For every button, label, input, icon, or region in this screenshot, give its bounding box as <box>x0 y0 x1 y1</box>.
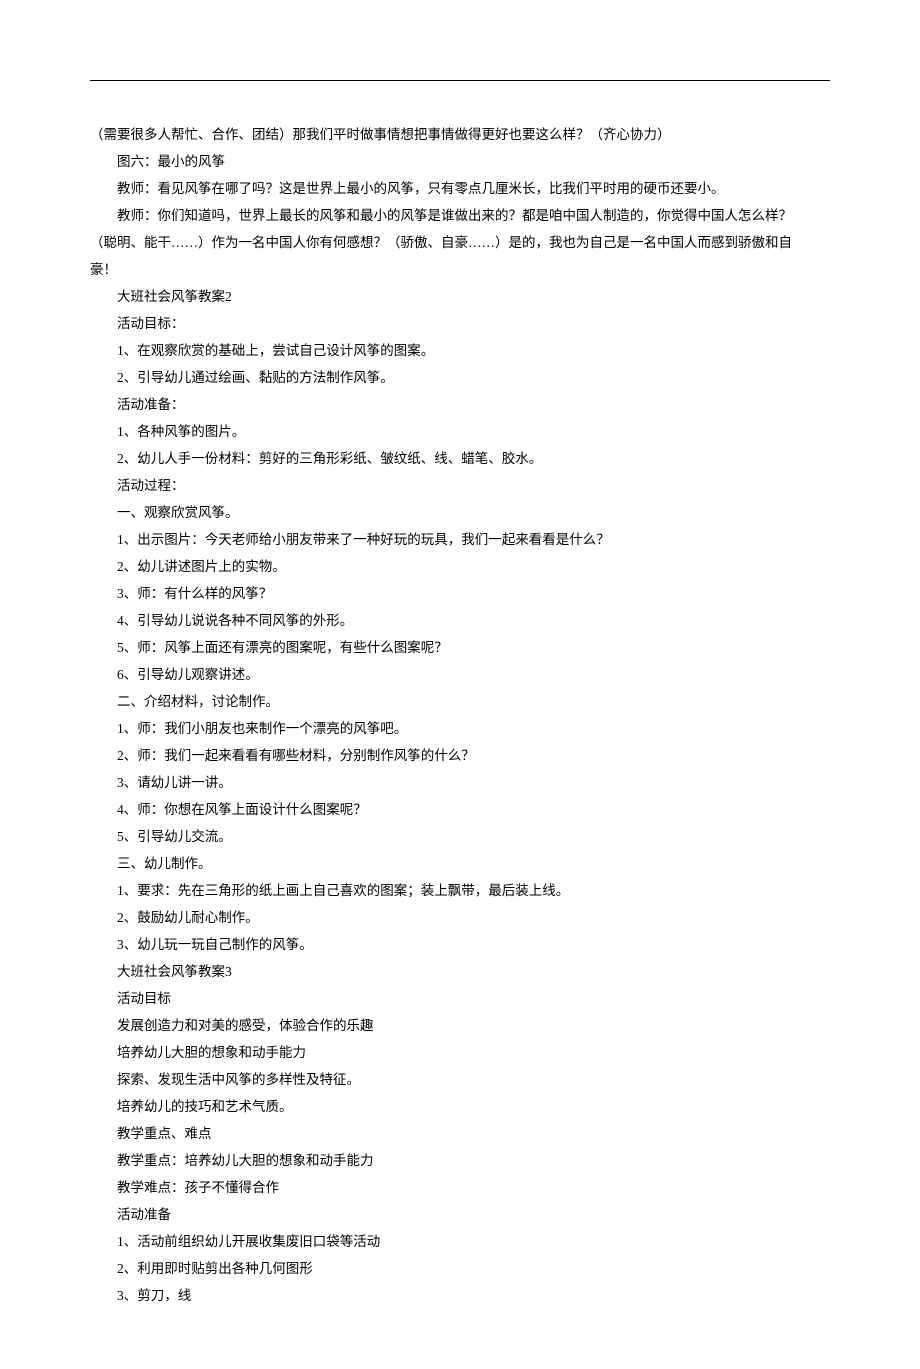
text-line: 5、引导幼儿交流。 <box>90 823 830 850</box>
text-line: 3、幼儿玩一玩自己制作的风筝。 <box>90 931 830 958</box>
text-line: 3、师：有什么样的风筝？ <box>90 580 830 607</box>
text-line: 探索、发现生活中风筝的多样性及特征。 <box>90 1066 830 1093</box>
text-line: 2、师：我们一起来看看有哪些材料，分别制作风筝的什么？ <box>90 742 830 769</box>
text-line: 3、剪刀，线 <box>90 1282 830 1309</box>
horizontal-rule <box>90 80 830 81</box>
text-line: 豪！ <box>90 256 830 283</box>
text-line: 培养幼儿大胆的想象和动手能力 <box>90 1039 830 1066</box>
text-line: 教学重点、难点 <box>90 1120 830 1147</box>
text-line: 1、要求：先在三角形的纸上画上自己喜欢的图案；装上飘带，最后装上线。 <box>90 877 830 904</box>
text-line: 2、幼儿人手一份材料：剪好的三角形彩纸、皱纹纸、线、蜡笔、胶水。 <box>90 445 830 472</box>
text-line: 大班社会风筝教案2 <box>90 283 830 310</box>
text-line: 2、利用即时贴剪出各种几何图形 <box>90 1255 830 1282</box>
text-line: 大班社会风筝教案3 <box>90 958 830 985</box>
text-line: 1、出示图片：今天老师给小朋友带来了一种好玩的玩具，我们一起来看看是什么？ <box>90 526 830 553</box>
text-line: 1、师：我们小朋友也来制作一个漂亮的风筝吧。 <box>90 715 830 742</box>
text-line: 4、师：你想在风筝上面设计什么图案呢？ <box>90 796 830 823</box>
text-line: 三、幼儿制作。 <box>90 850 830 877</box>
text-line: 6、引导幼儿观察讲述。 <box>90 661 830 688</box>
text-line: 教师：你们知道吗，世界上最长的风筝和最小的风筝是谁做出来的？都是咱中国人制造的，… <box>90 202 830 229</box>
text-line: 2、鼓励幼儿耐心制作。 <box>90 904 830 931</box>
text-line: 培养幼儿的技巧和艺术气质。 <box>90 1093 830 1120</box>
text-line: 图六：最小的风筝 <box>90 148 830 175</box>
text-line: 活动准备： <box>90 391 830 418</box>
document-page: （需要很多人帮忙、合作、团结）那我们平时做事情想把事情做得更好也要这么样？（齐心… <box>0 0 920 1369</box>
text-line: 活动准备 <box>90 1201 830 1228</box>
text-line: 活动目标： <box>90 310 830 337</box>
text-line: 1、各种风筝的图片。 <box>90 418 830 445</box>
text-line: 发展创造力和对美的感受，体验合作的乐趣 <box>90 1012 830 1039</box>
text-line: 5、师：风筝上面还有漂亮的图案呢，有些什么图案呢？ <box>90 634 830 661</box>
text-line: 活动目标 <box>90 985 830 1012</box>
text-line: 一、观察欣赏风筝。 <box>90 499 830 526</box>
text-line: （聪明、能干……）作为一名中国人你有何感想？（骄傲、自豪……）是的，我也为自己是… <box>90 229 830 256</box>
text-line: （需要很多人帮忙、合作、团结）那我们平时做事情想把事情做得更好也要这么样？（齐心… <box>90 121 830 148</box>
text-line: 教师：看见风筝在哪了吗？这是世界上最小的风筝，只有零点几厘米长，比我们平时用的硬… <box>90 175 830 202</box>
document-body: （需要很多人帮忙、合作、团结）那我们平时做事情想把事情做得更好也要这么样？（齐心… <box>90 121 830 1309</box>
text-line: 教学重点：培养幼儿大胆的想象和动手能力 <box>90 1147 830 1174</box>
text-line: 3、请幼儿讲一讲。 <box>90 769 830 796</box>
text-line: 2、幼儿讲述图片上的实物。 <box>90 553 830 580</box>
text-line: 1、在观察欣赏的基础上，尝试自己设计风筝的图案。 <box>90 337 830 364</box>
text-line: 活动过程： <box>90 472 830 499</box>
text-line: 4、引导幼儿说说各种不同风筝的外形。 <box>90 607 830 634</box>
text-line: 教学难点：孩子不懂得合作 <box>90 1174 830 1201</box>
text-line: 二、介绍材料，讨论制作。 <box>90 688 830 715</box>
text-line: 2、引导幼儿通过绘画、黏贴的方法制作风筝。 <box>90 364 830 391</box>
text-line: 1、活动前组织幼儿开展收集废旧口袋等活动 <box>90 1228 830 1255</box>
